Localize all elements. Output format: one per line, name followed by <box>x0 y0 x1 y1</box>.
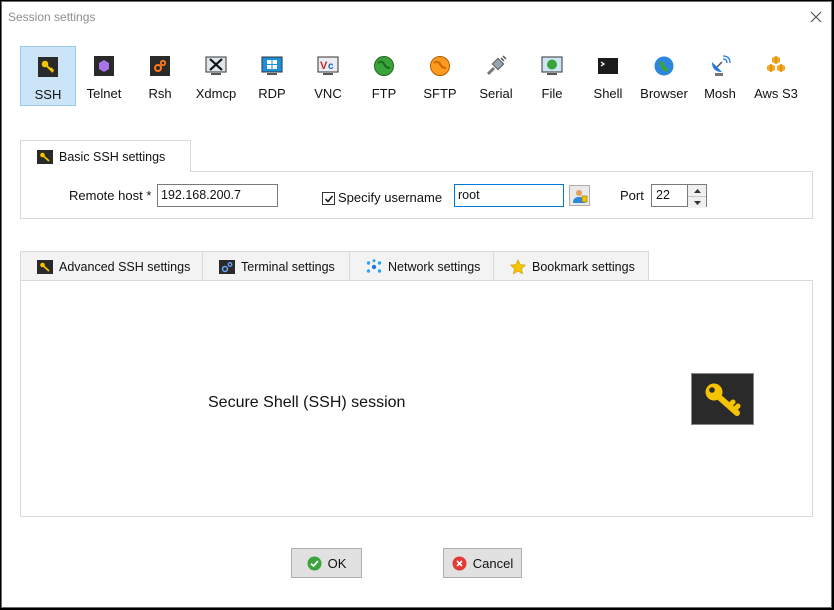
protocol-label: Xdmcp <box>195 86 237 101</box>
ssh-key-badge <box>691 373 754 425</box>
protocol-label: Aws S3 <box>754 86 798 101</box>
protocol-shell[interactable]: Shell <box>580 46 636 106</box>
sftp-globe-icon <box>429 55 451 77</box>
vnc-icon: Vc <box>317 55 339 77</box>
port-label: Port <box>620 188 644 203</box>
session-settings-dialog: Session settings SSH Telnet Rsh Xdmcp RD… <box>1 1 832 608</box>
port-increment-button[interactable] <box>688 185 706 197</box>
specify-username-label: Specify username <box>338 190 443 205</box>
ok-label: OK <box>327 555 347 571</box>
protocol-label: SFTP <box>423 86 457 101</box>
protocol-vnc[interactable]: Vc VNC <box>300 46 356 106</box>
protocol-label: VNC <box>314 86 342 101</box>
protocol-rsh[interactable]: Rsh <box>132 46 188 106</box>
star-icon <box>510 258 526 275</box>
tab-label: Terminal settings <box>241 259 335 274</box>
remote-host-label: Remote host * <box>69 188 152 203</box>
xdmcp-icon <box>205 55 227 77</box>
session-description: Secure Shell (SSH) session <box>208 394 406 411</box>
port-spinbox: 22 <box>651 184 707 208</box>
protocol-label: Telnet <box>86 86 122 101</box>
protocol-file[interactable]: File <box>524 46 580 106</box>
username-input[interactable]: root <box>454 184 564 207</box>
protocol-label: Serial <box>479 86 513 101</box>
protocol-mosh[interactable]: Mosh <box>692 46 748 106</box>
port-decrement-button[interactable] <box>688 197 706 208</box>
protocol-rdp[interactable]: RDP <box>244 46 300 106</box>
protocol-label: Rsh <box>148 86 172 101</box>
arrow-down-icon <box>693 200 701 205</box>
user-icon <box>572 189 587 203</box>
basic-settings-panel: Remote host * 192.168.200.7 Specify user… <box>20 171 813 219</box>
aws-s3-cubes-icon <box>765 55 787 77</box>
key-icon <box>37 149 53 165</box>
serial-plug-icon <box>485 55 507 77</box>
svg-text:V: V <box>320 60 328 72</box>
network-icon <box>366 258 382 275</box>
protocol-browser[interactable]: Browser <box>636 46 692 106</box>
protocol-telnet[interactable]: Telnet <box>76 46 132 106</box>
mosh-satellite-icon <box>709 55 731 77</box>
protocol-toolbar: SSH Telnet Rsh Xdmcp RDP V c VNC FTP SFT… <box>20 46 804 108</box>
close-button[interactable] <box>801 2 831 32</box>
browser-globe-icon <box>653 55 675 77</box>
rdp-icon <box>261 55 283 77</box>
svg-text:c: c <box>328 61 334 72</box>
check-circle-icon <box>307 556 322 571</box>
tab-label: Bookmark settings <box>532 259 635 274</box>
protocol-aws-s3[interactable]: Aws S3 <box>748 46 804 106</box>
key-icon <box>37 56 59 78</box>
tab-advanced-ssh-settings[interactable]: Advanced SSH settings <box>20 251 203 281</box>
protocol-ssh[interactable]: SSH <box>20 46 76 106</box>
tab-network-settings[interactable]: Network settings <box>349 251 494 281</box>
tab-terminal-settings[interactable]: Terminal settings <box>202 251 350 281</box>
protocol-label: RDP <box>258 86 286 101</box>
tab-label: Basic SSH settings <box>59 149 166 164</box>
protocol-ftp[interactable]: FTP <box>356 46 412 106</box>
rsh-icon <box>149 55 171 77</box>
terminal-settings-icon <box>219 259 235 275</box>
protocol-xdmcp[interactable]: Xdmcp <box>188 46 244 106</box>
close-icon <box>810 11 822 23</box>
session-info-panel: Secure Shell (SSH) session <box>20 280 813 517</box>
key-icon <box>705 383 740 416</box>
arrow-up-icon <box>693 188 701 193</box>
protocol-serial[interactable]: Serial <box>468 46 524 106</box>
port-spin-buttons <box>687 185 706 208</box>
cancel-button[interactable]: Cancel <box>443 548 522 578</box>
tab-basic-ssh-settings[interactable]: Basic SSH settings <box>20 140 191 172</box>
checkmark-icon <box>324 195 333 203</box>
tab-bookmark-settings[interactable]: Bookmark settings <box>493 251 649 281</box>
window-title: Session settings <box>8 10 96 24</box>
remote-host-input[interactable]: 192.168.200.7 <box>157 184 278 207</box>
wrench-key-icon <box>37 259 53 275</box>
specify-username-checkbox[interactable] <box>322 192 335 205</box>
protocol-sftp[interactable]: SFTP <box>412 46 468 106</box>
cancel-circle-icon <box>452 556 467 571</box>
protocol-label: File <box>541 86 563 101</box>
cancel-label: Cancel <box>472 555 514 571</box>
protocol-label: Mosh <box>704 86 736 101</box>
protocol-label: Browser <box>640 86 688 101</box>
shell-terminal-icon <box>597 55 619 77</box>
protocol-label: SSH <box>34 87 62 102</box>
file-monitor-icon <box>541 55 563 77</box>
user-picker-button[interactable] <box>569 185 590 206</box>
port-value[interactable]: 22 <box>656 185 670 206</box>
tab-label: Network settings <box>388 259 481 274</box>
protocol-label: FTP <box>371 86 397 101</box>
ftp-globe-icon <box>373 55 395 77</box>
tab-label: Advanced SSH settings <box>59 259 191 274</box>
protocol-label: Shell <box>593 86 623 101</box>
title-bar: Session settings <box>2 2 831 32</box>
telnet-icon <box>93 55 115 77</box>
ok-button[interactable]: OK <box>291 548 362 578</box>
